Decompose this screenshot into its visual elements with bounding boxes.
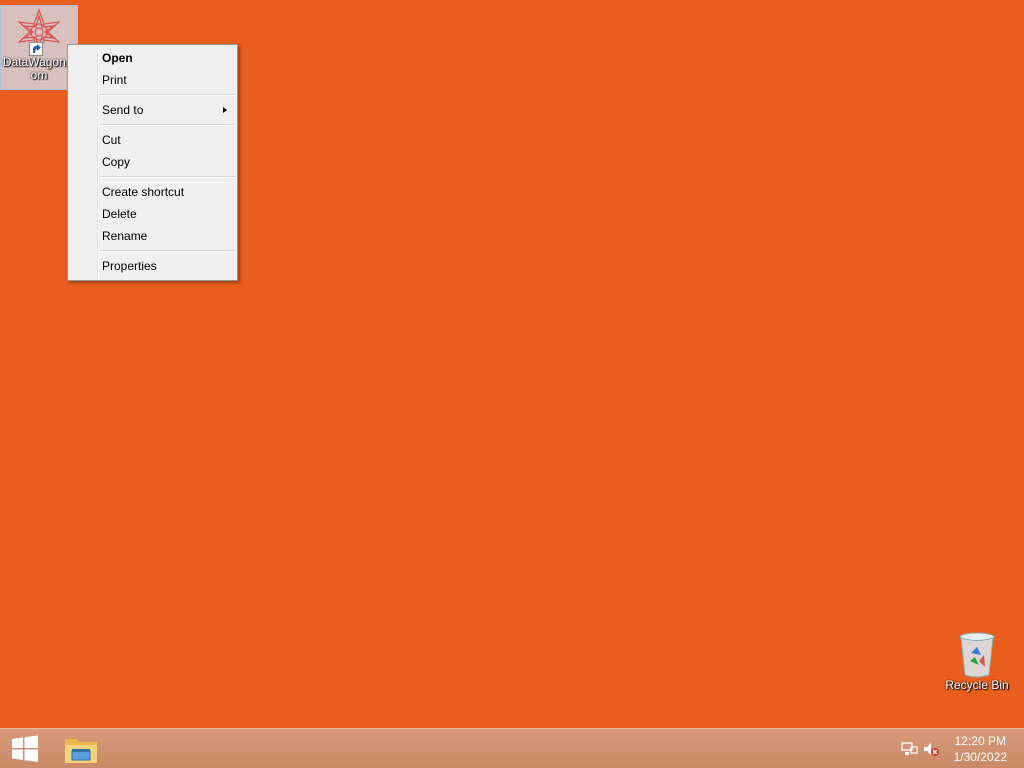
clock-date: 1/30/2022 — [953, 750, 1007, 764]
menu-item-label: Send to — [102, 103, 144, 117]
datawagon-logo-icon — [15, 8, 63, 56]
menu-item-delete[interactable]: Delete — [68, 203, 237, 225]
menu-item-rename[interactable]: Rename — [68, 225, 237, 247]
menu-separator — [99, 176, 235, 178]
context-menu: Open Print Send to Cut Copy Create short… — [67, 44, 238, 281]
menu-item-copy[interactable]: Copy — [68, 151, 237, 173]
windows-logo-icon — [12, 735, 38, 762]
submenu-arrow-icon — [223, 107, 227, 113]
network-icon[interactable] — [900, 741, 918, 757]
taskbar: 12:20 PM 1/30/2022 — [0, 728, 1024, 768]
menu-item-open[interactable]: Open — [68, 47, 237, 69]
menu-separator — [99, 250, 235, 252]
system-tray: 12:20 PM 1/30/2022 — [884, 729, 1024, 768]
desktop-icon-recycle-bin[interactable]: Recycle Bin — [938, 630, 1016, 702]
menu-item-properties[interactable]: Properties — [68, 255, 237, 277]
clock[interactable]: 12:20 PM 1/30/2022 — [954, 733, 1007, 765]
volume-muted-icon[interactable] — [922, 741, 940, 757]
menu-item-send-to[interactable]: Send to — [68, 99, 237, 121]
desktop-icon-label: Recycle Bin — [945, 678, 1009, 692]
recycle-bin-icon — [957, 631, 997, 679]
desktop-icon-label: DataWagon.com — [2, 55, 76, 82]
menu-item-print[interactable]: Print — [68, 69, 237, 91]
file-explorer-icon — [65, 739, 97, 763]
menu-item-create-shortcut[interactable]: Create shortcut — [68, 181, 237, 203]
menu-separator — [99, 94, 235, 96]
taskbar-file-explorer[interactable] — [56, 729, 106, 768]
menu-separator — [99, 124, 235, 126]
menu-item-cut[interactable]: Cut — [68, 129, 237, 151]
shortcut-arrow-icon — [29, 42, 43, 56]
clock-time: 12:20 PM — [954, 734, 1006, 748]
start-button[interactable] — [0, 729, 50, 768]
desktop[interactable]: DataWagon.com Open Print Send to Cut Cop… — [0, 0, 1024, 728]
